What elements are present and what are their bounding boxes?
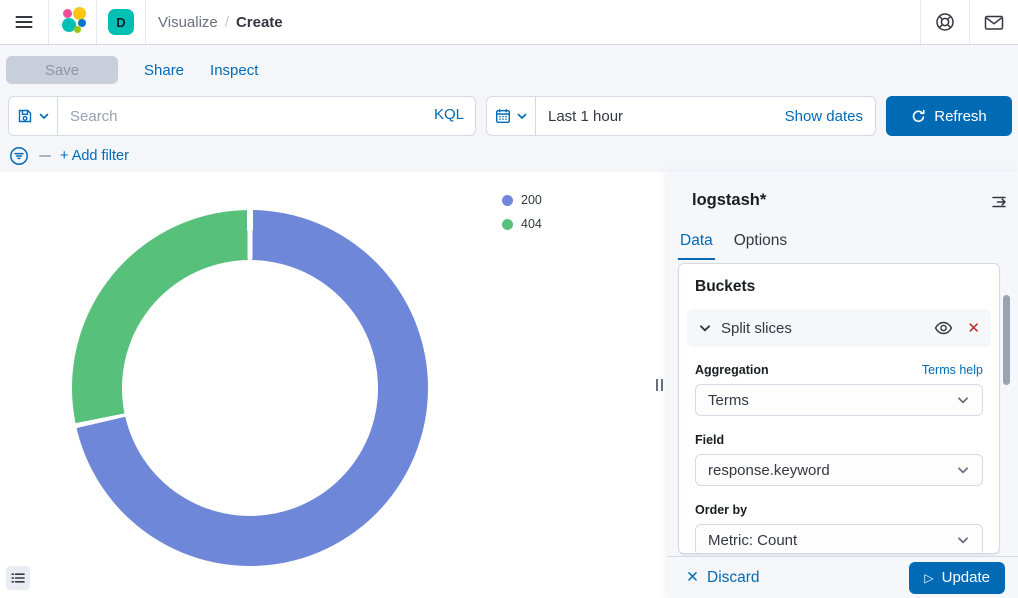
time-range-field[interactable]: Last 1 hour Show dates: [535, 96, 876, 136]
chevron-down-icon: [516, 110, 528, 122]
legend-label-200: 200: [521, 193, 542, 207]
aggregation-select[interactable]: Terms: [695, 384, 983, 416]
menu-button[interactable]: [0, 0, 48, 44]
field-label: Field: [695, 432, 724, 448]
buckets-card: Buckets Split slices ✕ Aggregation Terms…: [678, 263, 1000, 554]
chevron-down-icon: [38, 110, 50, 122]
legend-dot-200: [502, 195, 513, 206]
cross-icon: ✕: [686, 568, 699, 587]
split-slices-label[interactable]: Split slices: [721, 320, 920, 337]
field-value: response.keyword: [708, 462, 830, 479]
toggle-visibility-button[interactable]: [934, 321, 953, 335]
list-icon: [10, 570, 26, 586]
index-pattern-title: logstash*: [692, 191, 766, 210]
chevron-down-icon: [956, 393, 970, 407]
discard-button[interactable]: ✕ Discard: [686, 568, 760, 587]
visualization-panel: 200 404: [0, 172, 668, 598]
sidebar-footer: ✕ Discard ▷ Update: [668, 556, 1018, 598]
search-box: KQL: [57, 96, 476, 136]
envelope-icon: [983, 13, 1005, 32]
space-avatar[interactable]: D: [108, 9, 134, 35]
order-by-label-row: Order by: [695, 502, 983, 518]
share-button[interactable]: Share: [144, 62, 184, 79]
update-label: Update: [942, 569, 990, 586]
aggregation-label: Aggregation: [695, 362, 769, 378]
help-button[interactable]: [921, 0, 969, 44]
chart-legend: 200 404: [502, 193, 542, 231]
filter-bar: + Add filter: [8, 144, 129, 168]
discard-label: Discard: [707, 569, 760, 587]
lifebuoy-help-icon: [934, 11, 956, 33]
remove-bucket-button[interactable]: ✕: [967, 321, 980, 336]
calendar-icon: [495, 108, 511, 124]
breadcrumb: Visualize / Create: [158, 14, 283, 31]
donut-chart[interactable]: [72, 210, 428, 566]
date-quick-menu-button[interactable]: [486, 96, 536, 136]
app-toolbar-area: Save Share Inspect KQL: [0, 45, 1018, 172]
donut-hole: [122, 260, 378, 516]
eye-icon: [934, 321, 953, 335]
sidebar-scrollbar[interactable]: [1003, 295, 1010, 385]
legend-label-404: 404: [521, 217, 542, 231]
tab-data[interactable]: Data: [678, 228, 715, 260]
play-icon: ▷: [924, 572, 933, 584]
buckets-section-title: Buckets: [695, 278, 983, 296]
field-label-row: Field: [695, 432, 983, 448]
legend-dot-404: [502, 219, 513, 230]
top-navigation-bar: D Visualize / Create: [0, 0, 1018, 45]
refresh-icon: [911, 109, 926, 124]
breadcrumb-separator: /: [225, 14, 229, 31]
legend-item-200[interactable]: 200: [502, 193, 542, 207]
aggregation-value: Terms: [708, 392, 749, 409]
header-divider: [96, 0, 97, 44]
aggregation-label-row: Aggregation Terms help: [695, 362, 983, 378]
date-picker-group: Last 1 hour Show dates: [486, 96, 876, 136]
saved-query-menu-button[interactable]: [8, 96, 58, 136]
elastic-logo[interactable]: [49, 0, 96, 44]
field-select[interactable]: response.keyword: [695, 454, 983, 486]
breadcrumb-visualize[interactable]: Visualize: [158, 14, 218, 31]
split-slices-row[interactable]: Split slices ✕: [687, 309, 991, 347]
visualize-actions-row: Save Share Inspect: [6, 56, 258, 84]
logo-dot-pink: [63, 9, 72, 18]
save-button[interactable]: Save: [6, 56, 118, 84]
hamburger-icon: [13, 11, 35, 33]
visualization-editor-sidebar: logstash* Data Options Buckets Split sli…: [668, 172, 1018, 598]
tab-options[interactable]: Options: [732, 228, 789, 260]
panel-resizer-handle[interactable]: [650, 172, 668, 598]
add-filter-button[interactable]: + Add filter: [60, 148, 129, 164]
inspect-button[interactable]: Inspect: [210, 62, 258, 79]
save-query-icon: [17, 108, 33, 124]
logo-dot-green: [74, 26, 81, 33]
order-by-label: Order by: [695, 502, 747, 518]
search-input[interactable]: [57, 96, 476, 136]
show-dates-button[interactable]: Show dates: [785, 108, 863, 125]
filter-icon[interactable]: [8, 145, 30, 167]
refresh-label: Refresh: [934, 108, 987, 125]
logo-dot-yellow: [73, 7, 86, 20]
legend-item-404[interactable]: 404: [502, 217, 542, 231]
refresh-button[interactable]: Refresh: [886, 96, 1012, 136]
chevron-down-icon: [956, 463, 970, 477]
terms-help-link[interactable]: Terms help: [922, 363, 983, 377]
sidebar-tabs: Data Options: [678, 228, 789, 260]
newsfeed-button[interactable]: [970, 0, 1018, 44]
breadcrumb-create: Create: [236, 14, 283, 31]
kibana-visualize-page: D Visualize / Create Save Share Inspect: [0, 0, 1018, 598]
chevron-down-icon[interactable]: [698, 321, 712, 335]
query-bar: KQL Last 1 hour Show dates: [8, 96, 1012, 136]
menu-right-icon: [990, 193, 1008, 211]
order-by-value: Metric: Count: [708, 532, 797, 549]
query-language-button[interactable]: KQL: [434, 106, 464, 123]
close-icon: ✕: [967, 321, 980, 336]
header-divider: [145, 0, 146, 44]
order-by-select[interactable]: Metric: Count: [695, 524, 983, 554]
filter-dash: [39, 155, 51, 157]
collapse-sidebar-button[interactable]: [988, 191, 1010, 213]
time-range-value: Last 1 hour: [548, 108, 623, 125]
chevron-down-icon: [956, 533, 970, 547]
update-button[interactable]: ▷ Update: [909, 562, 1005, 594]
legend-toggle-button[interactable]: [6, 566, 30, 590]
